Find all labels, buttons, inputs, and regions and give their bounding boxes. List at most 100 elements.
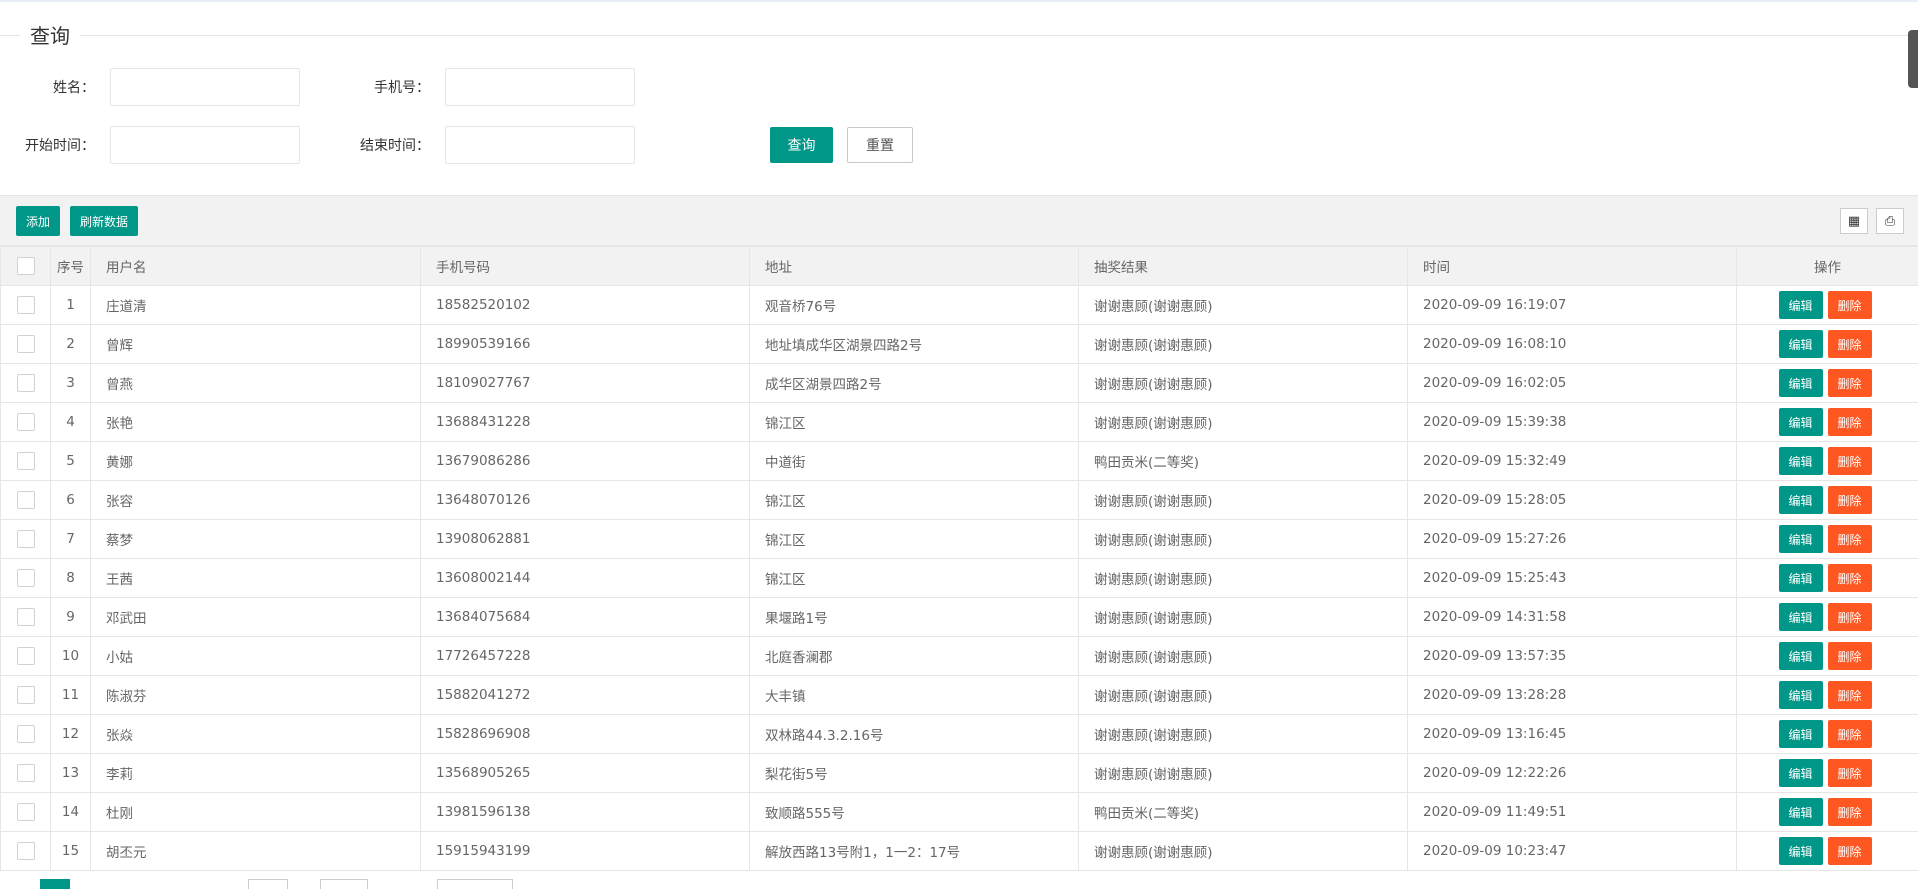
cell-actions: 编辑删除: [1737, 598, 1918, 637]
cell-time: 2020-09-09 15:28:05: [1408, 481, 1737, 520]
row-checkbox[interactable]: [17, 335, 35, 353]
edit-button[interactable]: 编辑: [1779, 525, 1823, 553]
row-checkbox[interactable]: [17, 374, 35, 392]
row-checkbox[interactable]: [17, 452, 35, 470]
col-header-result[interactable]: 抽奖结果: [1079, 247, 1408, 286]
cell-result: 谢谢惠顾(谢谢惠顾): [1079, 364, 1408, 403]
delete-button[interactable]: 删除: [1828, 564, 1872, 592]
cell-result: 谢谢惠顾(谢谢惠顾): [1079, 286, 1408, 325]
delete-button[interactable]: 删除: [1828, 759, 1872, 787]
delete-button[interactable]: 删除: [1828, 369, 1872, 397]
cell-result: 谢谢惠顾(谢谢惠顾): [1079, 598, 1408, 637]
table-row: 1庄道清18582520102观音桥76号谢谢惠顾(谢谢惠顾)2020-09-0…: [1, 286, 1918, 325]
pagination-current-page[interactable]: [40, 879, 70, 889]
delete-button[interactable]: 删除: [1828, 642, 1872, 670]
cell-phone: 13608002144: [421, 559, 750, 598]
edit-button[interactable]: 编辑: [1779, 369, 1823, 397]
table-row: 4张艳13688431228锦江区谢谢惠顾(谢谢惠顾)2020-09-09 15…: [1, 403, 1918, 442]
row-checkbox[interactable]: [17, 842, 35, 860]
row-checkbox[interactable]: [17, 686, 35, 704]
select-all-checkbox[interactable]: [17, 257, 35, 275]
row-checkbox[interactable]: [17, 803, 35, 821]
edit-button[interactable]: 编辑: [1779, 291, 1823, 319]
cell-time: 2020-09-09 15:39:38: [1408, 403, 1737, 442]
row-checkbox[interactable]: [17, 413, 35, 431]
cell-time: 2020-09-09 16:19:07: [1408, 286, 1737, 325]
delete-button[interactable]: 删除: [1828, 603, 1872, 631]
cell-no: 5: [51, 442, 91, 481]
delete-button[interactable]: 删除: [1828, 525, 1872, 553]
columns-icon[interactable]: ▦: [1840, 208, 1868, 234]
start-time-input[interactable]: [110, 126, 300, 164]
row-checkbox[interactable]: [17, 725, 35, 743]
cell-result: 谢谢惠顾(谢谢惠顾): [1079, 520, 1408, 559]
delete-button[interactable]: 删除: [1828, 837, 1872, 865]
cell-time: 2020-09-09 15:32:49: [1408, 442, 1737, 481]
cell-phone: 13908062881: [421, 520, 750, 559]
row-checkbox[interactable]: [17, 530, 35, 548]
name-input[interactable]: [110, 68, 300, 106]
delete-button[interactable]: 删除: [1828, 447, 1872, 475]
cell-time: 2020-09-09 14:31:58: [1408, 598, 1737, 637]
cell-address: 锦江区: [750, 559, 1079, 598]
edit-button[interactable]: 编辑: [1779, 564, 1823, 592]
table-row: 6张容13648070126锦江区谢谢惠顾(谢谢惠顾)2020-09-09 15…: [1, 481, 1918, 520]
cell-actions: 编辑删除: [1737, 637, 1918, 676]
table-toolbar: 添加 刷新数据 ▦ ⎙: [0, 196, 1918, 246]
delete-button[interactable]: 删除: [1828, 486, 1872, 514]
delete-button[interactable]: 删除: [1828, 408, 1872, 436]
edit-button[interactable]: 编辑: [1779, 486, 1823, 514]
cell-time: 2020-09-09 13:57:35: [1408, 637, 1737, 676]
pagination-size-select[interactable]: [437, 879, 513, 889]
edit-button[interactable]: 编辑: [1779, 720, 1823, 748]
edit-button[interactable]: 编辑: [1779, 681, 1823, 709]
col-header-no[interactable]: 序号: [51, 247, 91, 286]
col-header-phone[interactable]: 手机号码: [421, 247, 750, 286]
delete-button[interactable]: 删除: [1828, 798, 1872, 826]
cell-address: 北庭香澜郡: [750, 637, 1079, 676]
edit-button[interactable]: 编辑: [1779, 837, 1823, 865]
delete-button[interactable]: 删除: [1828, 291, 1872, 319]
row-checkbox[interactable]: [17, 296, 35, 314]
add-button[interactable]: 添加: [16, 206, 60, 236]
search-legend: 查询: [20, 20, 80, 49]
row-checkbox[interactable]: [17, 608, 35, 626]
pagination-go-box[interactable]: [320, 879, 368, 889]
edit-button[interactable]: 编辑: [1779, 408, 1823, 436]
edit-button[interactable]: 编辑: [1779, 330, 1823, 358]
table-row: 15胡丕元15915943199解放西路13号附1，1一2：17号谢谢惠顾(谢谢…: [1, 832, 1918, 871]
edit-button[interactable]: 编辑: [1779, 603, 1823, 631]
delete-button[interactable]: 删除: [1828, 720, 1872, 748]
cell-address: 中道街: [750, 442, 1079, 481]
row-checkbox[interactable]: [17, 569, 35, 587]
cell-result: 谢谢惠顾(谢谢惠顾): [1079, 481, 1408, 520]
cell-actions: 编辑删除: [1737, 676, 1918, 715]
query-button[interactable]: 查询: [770, 127, 833, 163]
edit-button[interactable]: 编辑: [1779, 759, 1823, 787]
delete-button[interactable]: 删除: [1828, 330, 1872, 358]
cell-name: 曾燕: [91, 364, 421, 403]
row-checkbox[interactable]: [17, 647, 35, 665]
col-header-username[interactable]: 用户名: [91, 247, 421, 286]
edit-button[interactable]: 编辑: [1779, 798, 1823, 826]
reset-button[interactable]: 重置: [847, 127, 913, 163]
side-widget[interactable]: [1908, 30, 1918, 88]
delete-button[interactable]: 删除: [1828, 681, 1872, 709]
table-row: 2曾辉18990539166地址填成华区湖景四路2号谢谢惠顾(谢谢惠顾)2020…: [1, 325, 1918, 364]
pagination-page-input[interactable]: [248, 879, 288, 889]
print-icon[interactable]: ⎙: [1876, 208, 1904, 234]
refresh-button[interactable]: 刷新数据: [70, 206, 138, 236]
phone-input[interactable]: [445, 68, 635, 106]
row-checkbox[interactable]: [17, 491, 35, 509]
col-header-address[interactable]: 地址: [750, 247, 1079, 286]
col-header-time[interactable]: 时间: [1408, 247, 1737, 286]
cell-address: 锦江区: [750, 403, 1079, 442]
edit-button[interactable]: 编辑: [1779, 642, 1823, 670]
phone-label: 手机号：: [300, 77, 430, 97]
row-checkbox[interactable]: [17, 764, 35, 782]
end-time-input[interactable]: [445, 126, 635, 164]
cell-address: 梨花街5号: [750, 754, 1079, 793]
cell-result: 谢谢惠顾(谢谢惠顾): [1079, 325, 1408, 364]
edit-button[interactable]: 编辑: [1779, 447, 1823, 475]
row-select-cell: [1, 520, 51, 559]
